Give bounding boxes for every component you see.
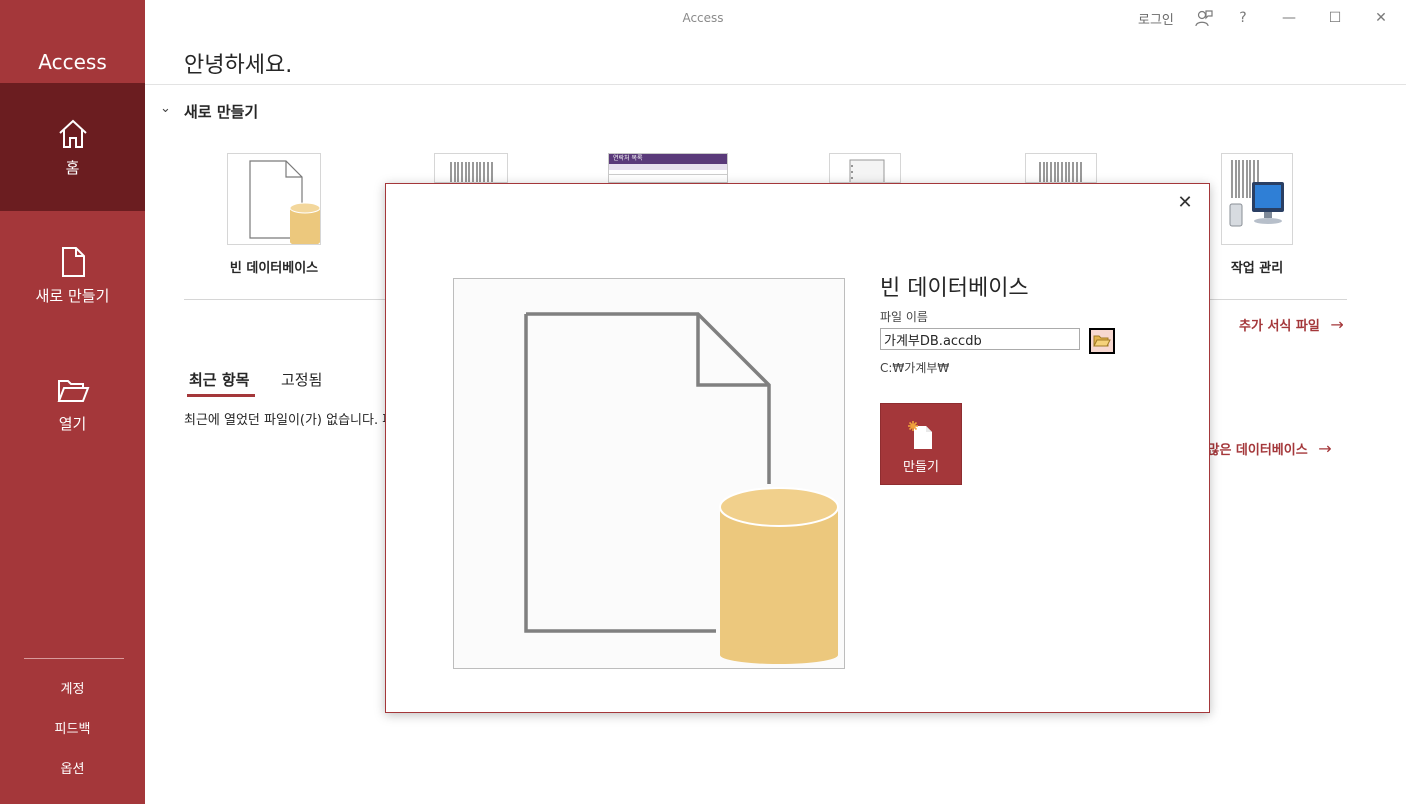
template-blank-database[interactable] [227,153,321,246]
arrow-right-icon: → [1330,315,1344,334]
tab-pinned[interactable]: 고정됨 [281,369,322,390]
template-label: 작업 관리 [1230,261,1284,276]
window-close-button[interactable]: ✕ [1367,4,1395,32]
contacts-thumb-row [609,174,727,175]
contacts-thumb-title: 연락처 목록 [609,154,727,164]
sidebar-link-account[interactable]: 계정 [0,678,145,697]
sidebar-item-open[interactable]: 열기 [0,339,145,467]
template-thumbnail[interactable] [1025,153,1097,183]
more-templates-label: 추가 서식 파일 [1239,319,1320,334]
template-task-management[interactable] [1221,153,1293,245]
template-label: 빈 데이터베이스 [229,261,319,276]
browse-folder-button[interactable] [1089,328,1115,354]
new-file-icon [62,247,85,277]
barcode-icon [450,162,493,182]
sidebar-item-label: 열기 [58,415,87,433]
file-path: C:₩가계부₩ [880,361,950,375]
blank-database-icon [249,160,321,246]
sidebar-item-label: 새로 만들기 [35,287,110,305]
create-button[interactable]: 만들기 [880,403,962,485]
open-folder-icon [57,380,90,402]
feedback-button[interactable] [1190,4,1218,32]
template-thumbnail[interactable] [434,153,508,183]
app-name: Access [38,50,107,74]
home-icon [59,119,87,148]
no-recent-message: 최근에 열었던 파일이(가) 없습니다. 파 [184,413,395,428]
notebook-icon [849,159,885,182]
folder-icon [1093,335,1111,347]
chevron-down-icon[interactable]: ⌄ [160,101,176,121]
new-database-icon [908,421,932,449]
more-templates-link[interactable]: 추가 서식 파일 → [1239,315,1344,334]
header-divider [145,84,1406,85]
dialog-close-button[interactable]: ✕ [1173,190,1197,214]
feedback-person-icon [1195,10,1213,27]
arrow-right-icon: → [1318,439,1332,458]
sidebar-item-new[interactable]: 새로 만들기 [0,211,145,339]
sidebar-item-home[interactable]: 홈 [0,83,145,211]
more-databases-link[interactable]: 더 많은 데이터베이스 → [1191,439,1332,458]
help-button[interactable]: ? [1229,4,1257,32]
dialog-title: 빈 데이터베이스 [880,276,1029,301]
sidebar-link-options[interactable]: 옵션 [0,758,145,777]
signin-link[interactable]: 로그인 [1138,9,1174,28]
new-section-title: 새로 만들기 [184,103,259,121]
blank-database-dialog: ✕ 빈 데이터베이스 파일 이름 C:₩가계부₩ 만들기 [385,183,1210,713]
sidebar-item-label: 홈 [65,159,80,177]
minimize-button[interactable]: — [1275,4,1303,32]
template-thumbnail[interactable] [829,153,901,183]
create-button-label: 만들기 [903,460,939,475]
template-contacts[interactable]: 연락처 목록 [608,153,728,183]
contacts-thumb-toolbar [609,164,727,170]
file-name-label: 파일 이름 [880,310,928,324]
blank-database-large-icon [524,312,839,664]
sidebar: Access 홈 새로 만들기 열기 계정 피드백 옵션 [0,0,145,804]
file-name-input[interactable] [880,328,1080,350]
window-title: Access [682,11,724,25]
greeting: 안녕하세요. [184,53,293,78]
sidebar-divider [24,658,124,659]
tab-active-underline [187,394,255,397]
tab-recent[interactable]: 최근 항목 [189,369,249,390]
maximize-button[interactable]: ☐ [1321,4,1349,32]
computer-barcode-icon [1229,160,1284,227]
barcode-icon [1039,162,1082,182]
database-preview [453,278,845,669]
sidebar-link-feedback[interactable]: 피드백 [0,718,145,737]
